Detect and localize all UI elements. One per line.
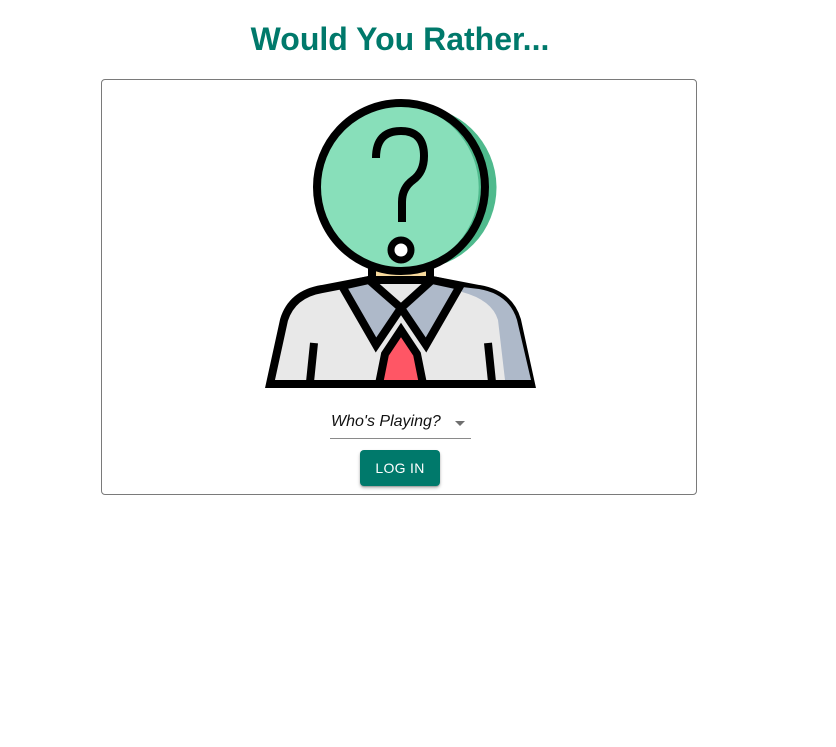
user-select[interactable]: Who's Playing?: [330, 410, 471, 439]
unknown-user-icon: [265, 99, 536, 388]
login-page: Would You Rather... Who's Playing? LOG I…: [0, 0, 836, 747]
login-button[interactable]: LOG IN: [360, 450, 440, 486]
login-card: Who's Playing? LOG IN: [101, 79, 697, 495]
user-select-value: Who's Playing?: [331, 413, 441, 430]
page-title: Would You Rather...: [250, 21, 550, 57]
chevron-down-icon: [455, 421, 465, 426]
